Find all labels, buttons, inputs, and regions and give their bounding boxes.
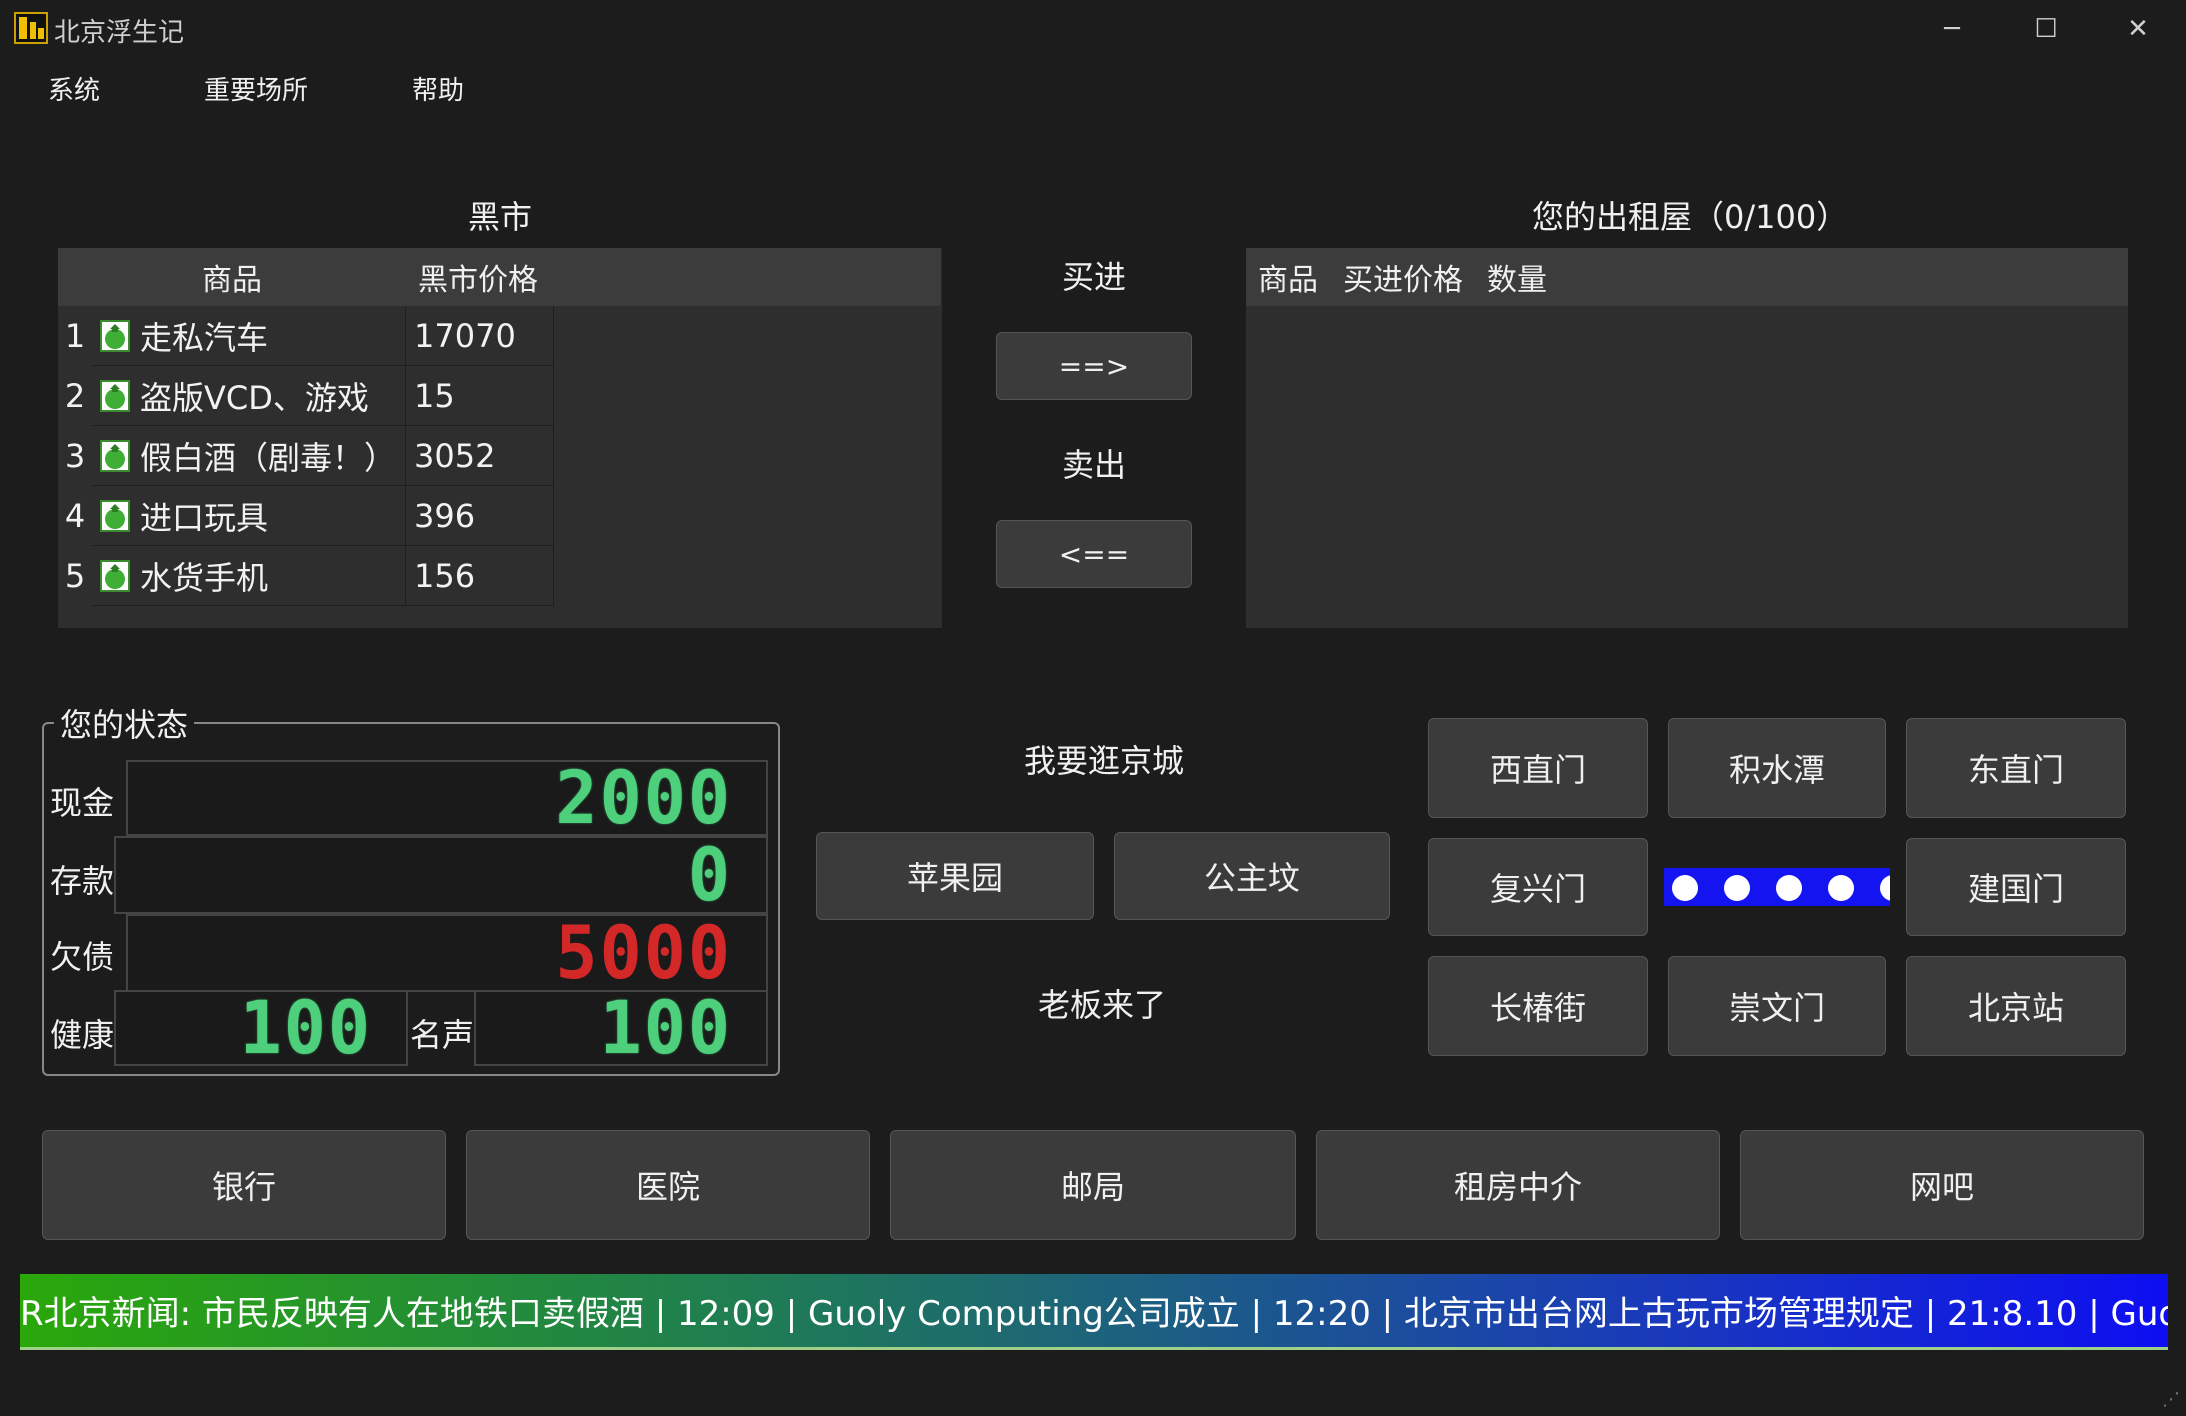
maximize-button[interactable]: ☐ bbox=[2000, 0, 2092, 58]
sell-label: 卖出 bbox=[1062, 446, 1127, 484]
hospital-button[interactable]: 医院 bbox=[466, 1130, 870, 1240]
money-bag-icon bbox=[100, 439, 130, 472]
market-header-price[interactable]: 黑市价格 bbox=[406, 248, 942, 306]
cash-display: 2000 bbox=[126, 755, 768, 841]
health-display: 100 bbox=[114, 985, 408, 1071]
market-header-item[interactable]: 商品 bbox=[58, 248, 407, 306]
money-bag-icon bbox=[100, 379, 130, 412]
market-title: 黑市 bbox=[468, 198, 533, 236]
subway-dot bbox=[1828, 875, 1854, 901]
house-header-quantity[interactable]: 数量 bbox=[1476, 248, 1559, 306]
stroll-label: 我要逛京城 bbox=[1024, 742, 1185, 780]
rental-agency-button[interactable]: 租房中介 bbox=[1316, 1130, 1720, 1240]
news-ticker: R北京新闻: 市民反映有人在地铁口卖假酒 | 12:09 | Guoly Com… bbox=[20, 1274, 2168, 1350]
house-title: 您的出租屋（0/100） bbox=[1532, 198, 1849, 236]
post-office-button[interactable]: 邮局 bbox=[890, 1130, 1296, 1240]
station-fuxingmen-button[interactable]: 复兴门 bbox=[1428, 838, 1648, 936]
spot-gongzhufen-button[interactable]: 公主坟 bbox=[1114, 832, 1390, 920]
money-bag-icon bbox=[100, 499, 130, 532]
window-title: 北京浮生记 bbox=[54, 18, 185, 48]
debt-label: 欠债 bbox=[50, 938, 115, 976]
menu-important-places[interactable]: 重要场所 bbox=[204, 70, 308, 107]
market-item-price[interactable]: 17070 bbox=[406, 306, 554, 366]
market-table[interactable]: 商品 黑市价格 1 走私汽车 17070 2 盗版VCD、游戏 15 3 假白酒（剧毒！） 30… bbox=[58, 248, 942, 628]
money-bag-icon bbox=[100, 319, 130, 352]
spot-pingguoyuan-button[interactable]: 苹果园 bbox=[816, 832, 1094, 920]
house-header-filler bbox=[1558, 248, 2128, 306]
station-jishuitan-button[interactable]: 积水潭 bbox=[1668, 718, 1886, 818]
close-button[interactable]: ✕ bbox=[2092, 0, 2184, 58]
house-header-buy-price[interactable]: 买进价格 bbox=[1330, 248, 1477, 306]
fame-display: 100 bbox=[474, 985, 768, 1071]
market-item-price[interactable]: 396 bbox=[406, 486, 554, 546]
app-icon bbox=[14, 12, 48, 44]
news-ticker-text: R北京新闻: 市民反映有人在地铁口卖假酒 | 12:09 | Guoly Com… bbox=[20, 1294, 2168, 1334]
deposit-display: 0 bbox=[114, 832, 768, 918]
market-item-name: 假白酒（剧毒！） bbox=[140, 438, 397, 477]
market-row-number: 3 bbox=[64, 437, 86, 475]
buy-button[interactable]: ==> bbox=[996, 332, 1192, 400]
market-item-name: 盗版VCD、游戏 bbox=[140, 378, 369, 417]
subway-dot bbox=[1672, 875, 1698, 901]
market-row-number: 1 bbox=[64, 317, 86, 355]
market-item-name: 走私汽车 bbox=[140, 318, 269, 357]
sell-button[interactable]: <== bbox=[996, 520, 1192, 588]
title-bar: 北京浮生记 ─ ☐ ✕ bbox=[0, 0, 2186, 58]
deposit-label: 存款 bbox=[50, 862, 115, 900]
debt-display: 5000 bbox=[126, 910, 768, 996]
house-table[interactable]: 商品 买进价格 数量 bbox=[1246, 248, 2128, 628]
station-jianguomen-button[interactable]: 建国门 bbox=[1906, 838, 2126, 936]
menu-help[interactable]: 帮助 bbox=[412, 70, 464, 107]
subway-dot bbox=[1880, 875, 1890, 901]
boss-coming-label[interactable]: 老板来了 bbox=[1038, 980, 1166, 1026]
menu-system[interactable]: 系统 bbox=[48, 70, 100, 107]
market-item-price[interactable]: 15 bbox=[406, 366, 554, 426]
buy-label: 买进 bbox=[1062, 258, 1127, 296]
market-row-number: 5 bbox=[64, 557, 86, 595]
station-xizhimen-button[interactable]: 西直门 bbox=[1428, 718, 1648, 818]
station-chongwenmen-button[interactable]: 崇文门 bbox=[1668, 956, 1886, 1056]
market-item-price[interactable]: 3052 bbox=[406, 426, 554, 486]
minimize-button[interactable]: ─ bbox=[1906, 0, 1998, 58]
money-bag-icon bbox=[100, 559, 130, 592]
market-item-cell[interactable]: 进口玩具 bbox=[92, 486, 406, 546]
market-item-name: 进口玩具 bbox=[140, 498, 269, 537]
cash-label: 现金 bbox=[50, 784, 115, 822]
status-legend: 您的状态 bbox=[54, 700, 195, 746]
market-row-number: 2 bbox=[64, 377, 86, 415]
market-item-cell[interactable]: 走私汽车 bbox=[92, 306, 406, 366]
subway-dot bbox=[1724, 875, 1750, 901]
market-item-cell[interactable]: 盗版VCD、游戏 bbox=[92, 366, 406, 426]
market-row-number: 4 bbox=[64, 497, 86, 535]
subway-dot bbox=[1776, 875, 1802, 901]
resize-grip-icon[interactable]: ⋰ bbox=[2162, 1389, 2180, 1410]
house-header-item[interactable]: 商品 bbox=[1246, 248, 1331, 306]
fame-label: 名声 bbox=[410, 1016, 475, 1054]
station-changchunjie-button[interactable]: 长椿街 bbox=[1428, 956, 1648, 1056]
internet-cafe-button[interactable]: 网吧 bbox=[1740, 1130, 2144, 1240]
market-item-price[interactable]: 156 bbox=[406, 546, 554, 606]
station-beijingzhan-button[interactable]: 北京站 bbox=[1906, 956, 2126, 1056]
health-label: 健康 bbox=[50, 1016, 115, 1054]
market-item-name: 水货手机 bbox=[140, 558, 269, 597]
subway-indicator bbox=[1664, 868, 1890, 906]
bank-button[interactable]: 银行 bbox=[42, 1130, 446, 1240]
station-dongzhimen-button[interactable]: 东直门 bbox=[1906, 718, 2126, 818]
market-item-cell[interactable]: 水货手机 bbox=[92, 546, 406, 606]
market-item-cell[interactable]: 假白酒（剧毒！） bbox=[92, 426, 406, 486]
